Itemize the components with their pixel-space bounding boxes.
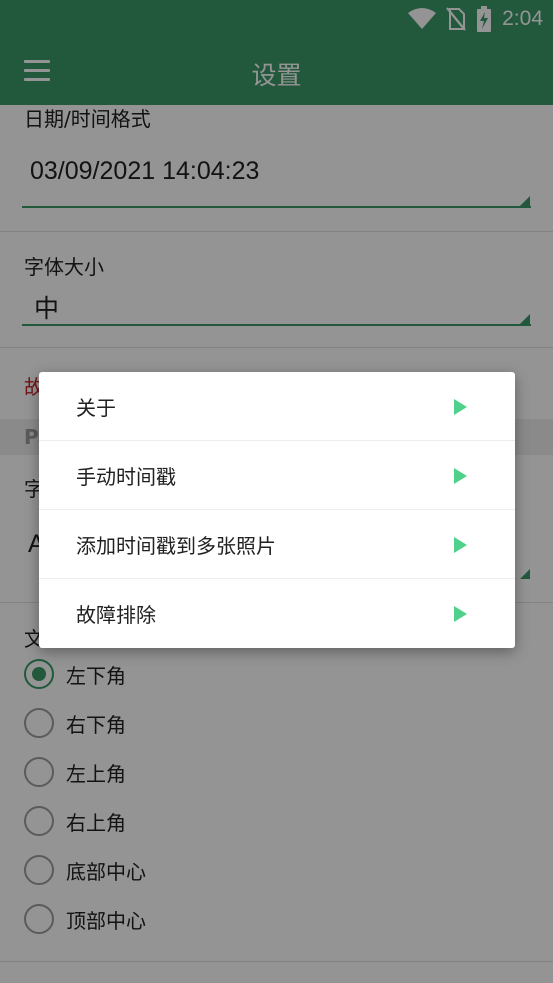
play-arrow-icon (454, 537, 467, 553)
menu-item-troubleshooting[interactable]: 故障排除 (39, 579, 515, 648)
menu-item-label: 手动时间戳 (76, 464, 176, 489)
menu-item-about[interactable]: 关于 (39, 372, 515, 441)
menu-item-manual-timestamp[interactable]: 手动时间戳 (39, 441, 515, 510)
play-arrow-icon (454, 399, 467, 415)
play-arrow-icon (454, 606, 467, 622)
menu-item-batch-timestamp[interactable]: 添加时间戳到多张照片 (39, 510, 515, 579)
overflow-popup-menu: 关于 手动时间戳 添加时间戳到多张照片 故障排除 (39, 372, 515, 648)
menu-item-label: 故障排除 (76, 603, 156, 627)
play-arrow-icon (454, 468, 467, 484)
menu-item-label: 关于 (76, 395, 116, 420)
menu-item-label: 添加时间戳到多张照片 (76, 533, 276, 558)
screen: 2:04 设置 日期/时间格式 03/09/2021 14:04:23 字体大小… (0, 0, 553, 983)
